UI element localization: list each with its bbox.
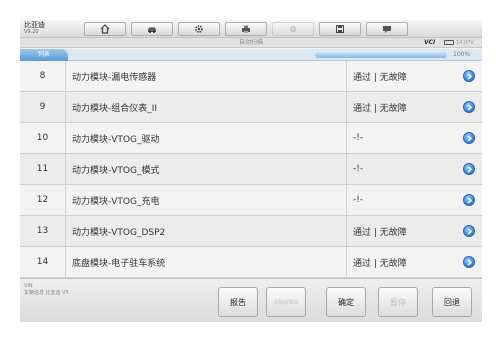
back-button[interactable]: 回退 [432, 287, 472, 317]
message-button[interactable] [366, 22, 408, 36]
vin-label: VIN [24, 283, 33, 289]
vci-indicator: VCI [424, 39, 436, 46]
chevron-right-icon [467, 72, 472, 80]
car-icon [148, 27, 156, 33]
table-row[interactable]: 13 动力模块-VTOG_DSP2 通过 | 无故障 [20, 216, 482, 247]
chevron-right-icon [467, 165, 472, 173]
vin-info: VIN 车辆信息 比亚迪 V5 [24, 283, 69, 297]
save-icon [336, 25, 344, 33]
table-row[interactable]: 8 动力模块-漏电传感器 通过 | 无故障 [20, 61, 482, 92]
camera-icon [290, 26, 296, 32]
scan-result: 通过 | 无故障 [346, 92, 438, 122]
home-icon [100, 24, 110, 34]
status-bar: 自动扫描 VCI 14.07V [20, 38, 482, 48]
save-button[interactable] [319, 22, 361, 36]
screenshot-button[interactable] [272, 22, 314, 36]
print-button[interactable] [225, 22, 267, 36]
table-row[interactable]: 14 底盘模块-电子驻车系统 通过 | 无故障 [20, 247, 482, 278]
confirm-button[interactable]: 确定 [326, 287, 366, 317]
screen-title: 自动扫描 [238, 39, 263, 46]
list-header: 列表 100% [20, 49, 482, 61]
module-name: 动力模块-VTOG_DSP2 [72, 227, 166, 238]
bottom-bar: VIN 车辆信息 比亚迪 V5 报告 清除故障码 确定 暂停 回退 [20, 278, 482, 322]
scan-result: -!- [346, 154, 438, 184]
module-name: 动力模块-漏电传感器 [72, 72, 157, 83]
message-icon [383, 26, 391, 33]
battery-icon [444, 40, 454, 45]
scan-result: 通过 | 无故障 [346, 61, 438, 91]
scan-result: 通过 | 无故障 [346, 247, 438, 277]
scan-result: -!- [346, 185, 438, 215]
detail-arrow-button[interactable] [463, 163, 475, 175]
vehicle-button[interactable] [131, 22, 173, 36]
table-row[interactable]: 11 动力模块-VTOG_模式 -!- [20, 154, 482, 185]
pause-button[interactable]: 暂停 [378, 287, 418, 317]
brand-version: V9.20 [24, 29, 39, 35]
module-table: 8 动力模块-漏电传感器 通过 | 无故障 9 动力模块-组合仪表_II 通过 | 无故障… [20, 61, 482, 278]
table-row[interactable]: 9 动力模块-组合仪表_II 通过 | 无故障 [20, 92, 482, 123]
diagnostic-screen: 比亚迪 V9.20 自动扫描 VCI 14.07V 列表 100% 8 动力模块… [20, 20, 482, 322]
row-number: 13 [20, 216, 66, 246]
row-number: 11 [20, 154, 66, 184]
clear-codes-button[interactable]: 清除故障码 [266, 287, 306, 317]
module-name: 动力模块-VTOG_模式 [72, 165, 160, 176]
chevron-right-icon [467, 227, 472, 235]
scan-progress-label: 100% [453, 51, 471, 58]
report-button[interactable]: 报告 [218, 287, 258, 317]
scan-result: -!- [346, 123, 438, 153]
table-row[interactable]: 10 动力模块-VTOG_驱动 -!- [20, 123, 482, 154]
vehicle-info: 车辆信息 比亚迪 V5 [24, 290, 69, 296]
module-name: 动力模块-VTOG_充电 [72, 196, 160, 207]
scan-result: 通过 | 无故障 [346, 216, 438, 246]
detail-arrow-button[interactable] [463, 101, 475, 113]
row-number: 10 [20, 123, 66, 153]
module-name: 动力模块-VTOG_驱动 [72, 134, 160, 145]
module-name: 动力模块-组合仪表_II [72, 103, 158, 114]
chevron-right-icon [467, 103, 472, 111]
table-row[interactable]: 12 动力模块-VTOG_充电 -!- [20, 185, 482, 216]
brand: 比亚迪 V9.20 [24, 21, 45, 35]
scan-progress-fill [315, 52, 447, 58]
detail-arrow-button[interactable] [463, 132, 475, 144]
brand-name: 比亚迪 [24, 21, 45, 29]
top-toolbar: 比亚迪 V9.20 [20, 20, 482, 38]
tab-list[interactable]: 列表 [20, 49, 68, 61]
scan-progress-bar [315, 52, 447, 58]
detail-arrow-button[interactable] [463, 225, 475, 237]
row-number: 9 [20, 92, 66, 122]
chevron-right-icon [467, 134, 472, 142]
settings-button[interactable] [178, 22, 220, 36]
detail-arrow-button[interactable] [463, 70, 475, 82]
battery-voltage: 14.07V [456, 40, 474, 46]
module-name: 底盘模块-电子驻车系统 [72, 258, 166, 269]
printer-icon [242, 25, 250, 33]
row-number: 12 [20, 185, 66, 215]
row-number: 8 [20, 61, 66, 91]
row-number: 14 [20, 247, 66, 277]
home-button[interactable] [84, 22, 126, 36]
detail-arrow-button[interactable] [463, 194, 475, 206]
gear-icon [195, 25, 203, 33]
detail-arrow-button[interactable] [463, 256, 475, 268]
chevron-right-icon [467, 196, 472, 204]
chevron-right-icon [467, 258, 472, 266]
